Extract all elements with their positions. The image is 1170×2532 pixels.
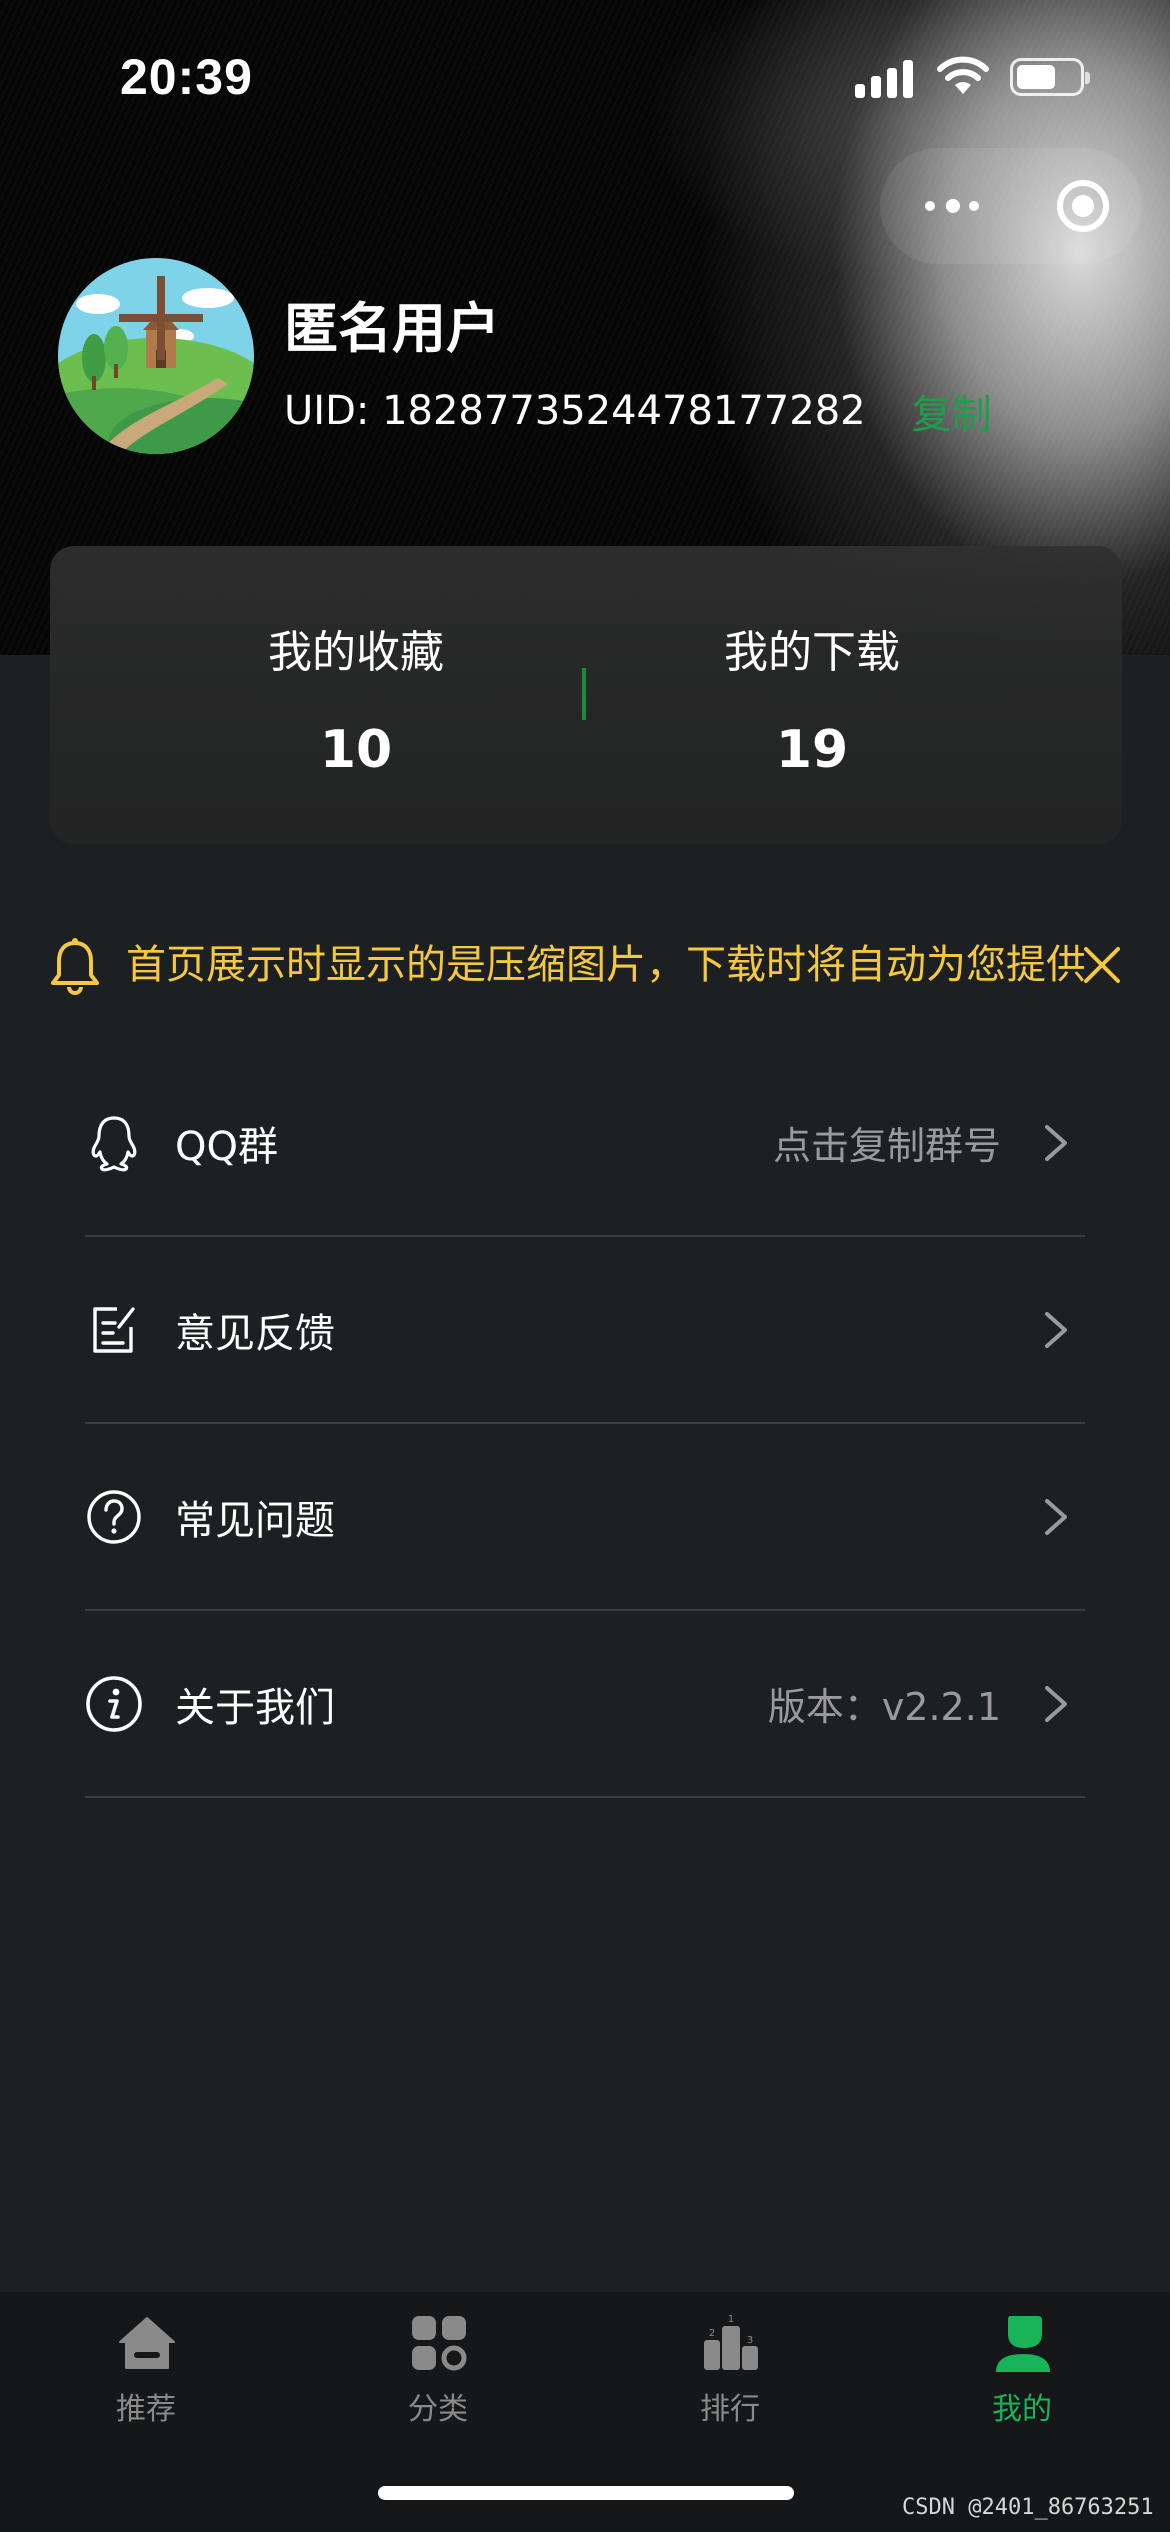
chevron-right-icon <box>1045 1311 1067 1348</box>
uid-row: UID: 1828773524478177282 复制 <box>284 382 992 440</box>
windmill-avatar-icon <box>58 258 254 454</box>
avatar[interactable] <box>58 258 254 454</box>
feedback-icon <box>93 1306 135 1353</box>
username: 匿名用户 <box>284 297 500 360</box>
favorites-count: 10 <box>319 720 393 780</box>
home-indicator <box>378 2486 794 2500</box>
menu-item-about[interactable]: 关于我们 版本：v2.2.1 <box>85 1611 1085 1798</box>
menu-label-feedback: 意见反馈 <box>175 1310 335 1357</box>
chevron-right-icon <box>1045 1124 1067 1161</box>
svg-text:2: 2 <box>709 2328 715 2339</box>
menu-item-faq[interactable]: 常见问题 <box>85 1424 1085 1611</box>
uid-text: UID: 1828773524478177282 <box>284 388 866 434</box>
menu-label-faq: 常见问题 <box>175 1497 335 1544</box>
battery-icon <box>1010 58 1090 96</box>
chevron-right-icon <box>1045 1498 1067 1535</box>
notice-bar: 首页展示时显示的是压缩图片，下载时将自动为您提供 <box>48 935 1128 995</box>
home-icon <box>119 2317 175 2369</box>
watermark: CSDN @2401_86763251 <box>902 2495 1154 2520</box>
more-options-icon[interactable] <box>925 196 985 216</box>
tab-label-recommend: 推荐 <box>116 2392 176 2427</box>
user-icon <box>996 2316 1050 2372</box>
cellular-signal-icon <box>855 56 915 98</box>
menu-label-qq-group: QQ群 <box>175 1123 278 1170</box>
downloads-stat[interactable]: 我的下载 19 <box>642 616 982 780</box>
tab-label-category: 分类 <box>408 2392 468 2427</box>
wifi-icon <box>937 56 989 94</box>
stats-card: 我的收藏 10 我的下载 19 <box>50 546 1122 844</box>
question-icon <box>87 1489 141 1544</box>
info-icon <box>86 1675 142 1732</box>
close-miniprogram-icon[interactable] <box>1057 180 1109 232</box>
notice-text: 首页展示时显示的是压缩图片，下载时将自动为您提供 <box>126 942 1084 988</box>
downloads-count: 19 <box>775 720 849 780</box>
status-time: 20:39 <box>120 49 253 105</box>
tab-label-ranking: 排行 <box>700 2392 760 2427</box>
close-icon[interactable] <box>1082 945 1122 985</box>
svg-text:3: 3 <box>747 2335 753 2346</box>
podium-icon: 1 2 3 <box>704 2314 758 2370</box>
copy-group-number-hint: 点击复制群号 <box>772 1124 1001 1168</box>
bell-icon <box>51 938 99 995</box>
downloads-label: 我的下载 <box>724 627 900 678</box>
menu-item-feedback[interactable]: 意见反馈 <box>85 1237 1085 1424</box>
tab-recommend[interactable]: 推荐 <box>0 2292 292 2442</box>
menu-label-about: 关于我们 <box>175 1684 335 1731</box>
category-icon <box>412 2316 467 2371</box>
version-text: 版本：v2.2.1 <box>767 1685 1001 1729</box>
menu-item-qq-group[interactable]: QQ群 点击复制群号 <box>85 1050 1085 1237</box>
qq-icon <box>91 1115 137 1171</box>
tab-label-mine: 我的 <box>992 2392 1052 2427</box>
tab-ranking[interactable]: 1 2 3 排行 <box>584 2292 876 2442</box>
copy-uid-button[interactable]: 复制 <box>912 382 992 440</box>
favorites-stat[interactable]: 我的收藏 10 <box>186 616 526 780</box>
chevron-right-icon <box>1045 1685 1067 1722</box>
svg-text:1: 1 <box>728 2314 734 2325</box>
favorites-label: 我的收藏 <box>268 627 444 678</box>
settings-menu: QQ群 点击复制群号 意见反馈 常见问题 关于我们 版本：v2.2.1 <box>85 1050 1085 1798</box>
tab-mine[interactable]: 我的 <box>876 2292 1168 2442</box>
tab-category[interactable]: 分类 <box>292 2292 584 2442</box>
stats-divider <box>582 668 586 720</box>
